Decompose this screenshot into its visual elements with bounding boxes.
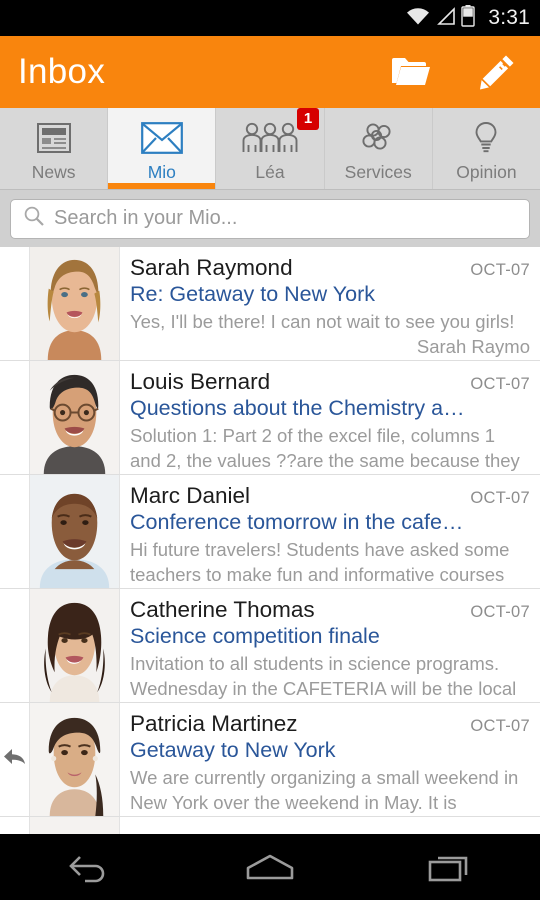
- tab-news[interactable]: News: [0, 108, 107, 189]
- email-date: OCT-07: [470, 375, 530, 393]
- email-date: OCT-07: [470, 489, 530, 507]
- tab-label-lea: Léa: [255, 161, 285, 182]
- email-subject: Re: Getaway to New York: [130, 282, 375, 306]
- row-gutter: [0, 703, 30, 816]
- table-row[interactable]: Catherine Thomas OCT-07 Science competit…: [0, 589, 540, 703]
- table-row[interactable]: Patricia Martinez OCT-07 Getaway to New …: [0, 703, 540, 817]
- battery-icon: [461, 4, 476, 32]
- recents-button[interactable]: [402, 843, 498, 891]
- email-subject: Science competition finale: [130, 624, 380, 648]
- row-gutter: [0, 589, 30, 702]
- status-icons: 3:31: [405, 4, 530, 32]
- row-gutter: [0, 247, 30, 360]
- page-title: Inbox: [18, 52, 106, 91]
- back-button[interactable]: [42, 843, 138, 891]
- email-header-line: Patricia Martinez OCT-07: [130, 711, 530, 737]
- tab-label-news: News: [31, 161, 76, 182]
- email-snippet: We are currently organizing a small week…: [130, 767, 519, 813]
- email-subject: Questions about the Chemistry a…: [130, 396, 465, 420]
- email-snippet: Yes, I'll be there! I can not wait to se…: [130, 309, 530, 359]
- search-input[interactable]: Search in your Mio...: [10, 198, 530, 239]
- email-sender: Sarah Raymond: [130, 255, 293, 280]
- signal-icon: [436, 6, 456, 31]
- email-list[interactable]: Sarah Raymond OCT-07 Re: Getaway to New …: [0, 247, 540, 834]
- avatar: [30, 475, 120, 588]
- tab-label-opinion: Opinion: [456, 161, 517, 182]
- avatar: [30, 703, 120, 816]
- avatar: [30, 361, 120, 474]
- envelope-icon: [140, 119, 183, 157]
- app-bar: Inbox: [0, 36, 540, 108]
- email-sender: Patricia Martinez: [130, 711, 298, 736]
- reply-arrow-icon: [3, 746, 27, 773]
- tab-label-mio: Mio: [147, 161, 176, 182]
- status-clock: 3:31: [488, 6, 530, 29]
- people-group-icon: 1: [241, 107, 319, 157]
- avatar: [30, 589, 120, 702]
- email-snippet: Invitation to all students in science pr…: [130, 653, 517, 699]
- table-row[interactable]: Sarah Raymond OCT-07 Re: Getaway to New …: [0, 247, 540, 361]
- email-sender: Catherine Thomas: [130, 597, 315, 622]
- email-header-line: Louis Bernard OCT-07: [130, 369, 530, 395]
- email-sender: Louis Bernard: [130, 369, 271, 394]
- row-gutter: [0, 817, 30, 834]
- email-subject: Conference tomorrow in the cafe…: [130, 510, 464, 534]
- email-content: Sarah Raymond OCT-07 Re: Getaway to New …: [120, 247, 540, 360]
- email-date: OCT-07: [470, 603, 530, 621]
- email-content: Patricia Martinez OCT-07 Getaway to New …: [120, 703, 540, 816]
- flower-icon: [360, 119, 396, 157]
- tab-label-services: Services: [344, 161, 412, 182]
- email-header-line: Sarah Raymond OCT-07: [130, 255, 530, 281]
- email-signature: Sarah Raymo: [416, 336, 530, 357]
- wifi-icon: [405, 6, 431, 31]
- home-button[interactable]: [222, 843, 318, 891]
- email-content: Marc Daniel OCT-07 Conference tomorrow i…: [120, 475, 540, 588]
- email-content: Catherine Thomas OCT-07 Science competit…: [120, 589, 540, 702]
- row-gutter: [0, 361, 30, 474]
- tab-services[interactable]: Services: [323, 108, 432, 189]
- table-row-partial[interactable]: [0, 817, 540, 834]
- status-bar: 3:31: [0, 0, 540, 36]
- app-bar-actions: [390, 51, 518, 93]
- table-row[interactable]: Marc Daniel OCT-07 Conference tomorrow i…: [0, 475, 540, 589]
- compose-pencil-icon[interactable]: [476, 51, 518, 93]
- tab-lea[interactable]: 1 Léa: [215, 107, 323, 189]
- tab-mio[interactable]: Mio: [107, 108, 216, 189]
- email-content: [120, 817, 540, 834]
- email-snippet-text: Yes, I'll be there! I can not wait to se…: [130, 311, 515, 332]
- avatar: [30, 247, 120, 360]
- email-header-line: Marc Daniel OCT-07: [130, 483, 530, 509]
- tab-bar: News Mio 1 Léa Services Opinion: [0, 107, 540, 190]
- tab-opinion[interactable]: Opinion: [431, 108, 540, 189]
- search-bar-container: Search in your Mio...: [0, 190, 540, 247]
- avatar: [30, 817, 120, 834]
- email-date: OCT-07: [470, 261, 530, 279]
- phone-screen: 3:31 Inbox News Mio 1 Léa Services Opini…: [0, 0, 540, 900]
- email-content: Louis Bernard OCT-07 Questions about the…: [120, 361, 540, 474]
- folder-icon[interactable]: [390, 51, 432, 93]
- email-snippet: Solution 1: Part 2 of the excel file, co…: [130, 425, 520, 471]
- email-snippet: Hi future travelers! Students have asked…: [130, 539, 510, 585]
- lightbulb-icon: [472, 119, 500, 157]
- email-date: OCT-07: [470, 717, 530, 735]
- email-header-line: Catherine Thomas OCT-07: [130, 597, 530, 623]
- table-row[interactable]: Louis Bernard OCT-07 Questions about the…: [0, 361, 540, 475]
- newspaper-icon: [36, 119, 72, 157]
- email-sender: Marc Daniel: [130, 483, 251, 508]
- lea-unread-badge: 1: [297, 107, 319, 130]
- system-nav-bar: [0, 834, 540, 900]
- search-placeholder: Search in your Mio...: [54, 207, 238, 229]
- email-subject: Getaway to New York: [130, 738, 336, 762]
- row-gutter: [0, 475, 30, 588]
- search-icon: [23, 205, 45, 232]
